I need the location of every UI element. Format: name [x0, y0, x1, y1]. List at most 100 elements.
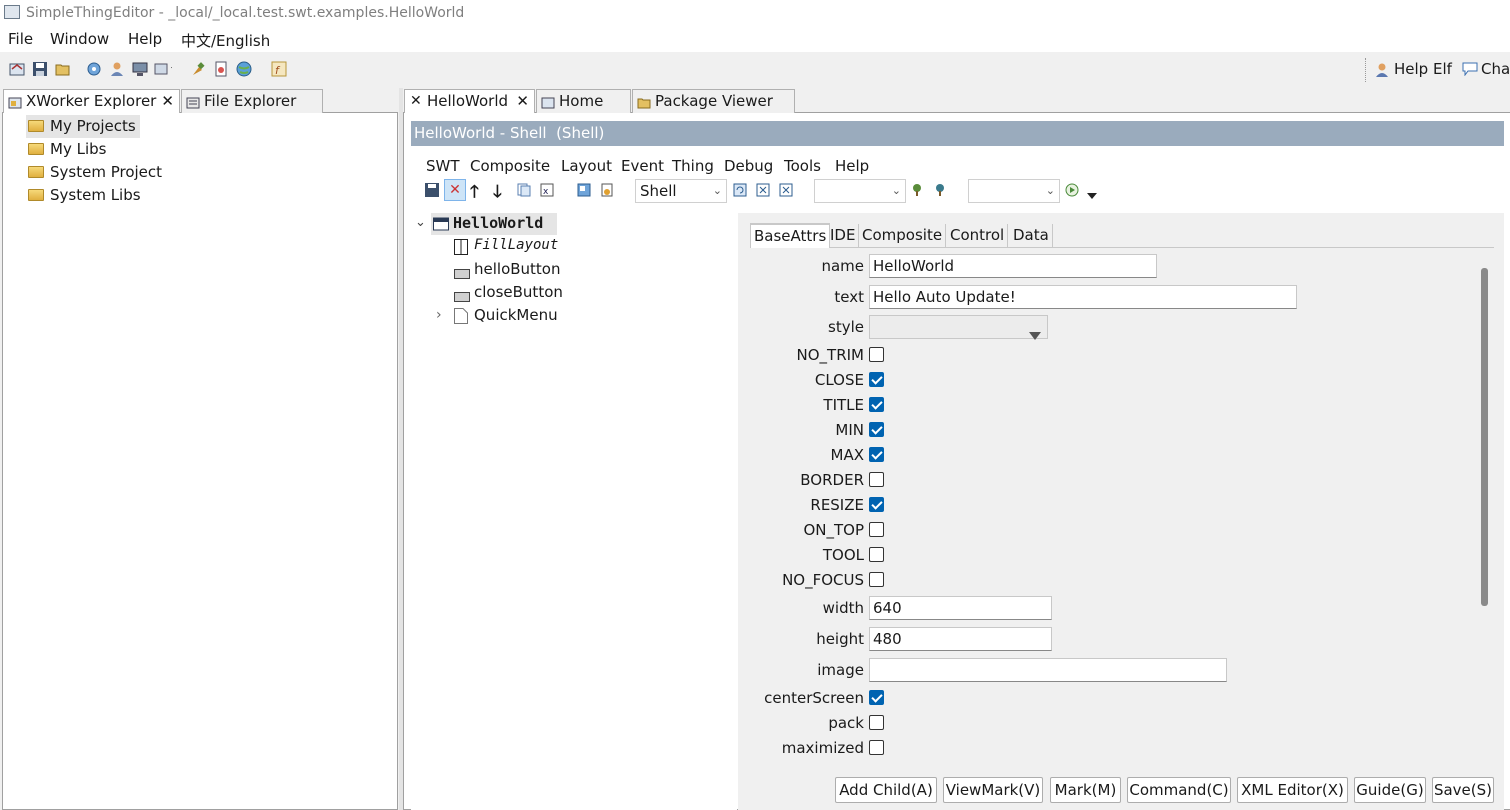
run-icon[interactable]	[1065, 183, 1079, 201]
no-trim-checkbox[interactable]	[869, 347, 884, 362]
refresh-icon[interactable]	[733, 183, 747, 201]
close-x-icon[interactable]	[756, 183, 770, 201]
tree-item-closebutton[interactable]: closeButton	[474, 283, 563, 301]
mark-button[interactable]: Mark(M)	[1050, 777, 1121, 803]
editor-menu-help[interactable]: Help	[835, 157, 869, 175]
menu-language[interactable]: 中文/English	[181, 30, 270, 51]
no-focus-checkbox[interactable]	[869, 572, 884, 587]
layout-icon[interactable]	[577, 183, 591, 201]
menu-file[interactable]: File	[8, 30, 33, 48]
chat-button[interactable]: Chat	[1481, 60, 1510, 78]
tab-data[interactable]: Data	[1010, 224, 1053, 248]
expand-chevron-icon[interactable]: ›	[436, 307, 442, 323]
max-checkbox[interactable]	[869, 447, 884, 462]
pack-checkbox[interactable]	[869, 715, 884, 730]
attr-label-max: MAX	[830, 446, 864, 464]
editor-menu-layout[interactable]: Layout	[561, 157, 612, 175]
tab-baseattrs[interactable]: BaseAttrs	[750, 223, 831, 248]
xml-editor-button[interactable]: XML Editor(X)	[1237, 777, 1348, 803]
help-elf-button[interactable]: Help Elf	[1394, 60, 1452, 78]
resize-checkbox[interactable]	[869, 497, 884, 512]
close-icon[interactable]: ✕	[516, 90, 529, 112]
tertiary-select[interactable]: ⌄	[968, 179, 1060, 203]
min-checkbox[interactable]	[869, 422, 884, 437]
tree-item-my-projects[interactable]: My Projects	[28, 116, 136, 136]
name-field[interactable]: HelloWorld	[869, 254, 1157, 278]
arrow-up-icon[interactable]: 🡑	[470, 179, 479, 208]
close-x2-icon[interactable]	[779, 183, 793, 201]
user-icon[interactable]	[108, 60, 126, 78]
bookmark-icon[interactable]	[600, 183, 614, 201]
tree-item-system-project[interactable]: System Project	[28, 162, 162, 182]
tree2-icon[interactable]	[933, 183, 947, 201]
tab-helloworld[interactable]: ✕ HelloWorld ✕	[404, 89, 535, 113]
globe-icon[interactable]	[235, 60, 253, 78]
arrow-down-icon[interactable]: 🡓	[493, 179, 502, 208]
save-icon[interactable]	[31, 60, 49, 78]
expand-chevron-icon[interactable]: ⌄	[415, 215, 426, 230]
save-icon[interactable]	[425, 183, 439, 201]
copy-icon[interactable]	[517, 183, 531, 201]
editor-menu-swt[interactable]: SWT	[426, 157, 460, 175]
function-icon[interactable]: f	[270, 60, 288, 78]
add-child-button[interactable]: Add Child(A)	[835, 777, 937, 803]
tree-item-hellobutton[interactable]: helloButton	[474, 260, 561, 278]
on-top-checkbox[interactable]	[869, 522, 884, 537]
close-checkbox[interactable]	[869, 372, 884, 387]
attr-label-height: height	[816, 630, 864, 648]
border-checkbox[interactable]	[869, 472, 884, 487]
tab-home[interactable]: Home	[536, 89, 631, 113]
secondary-select[interactable]: ⌄	[814, 179, 906, 203]
image-field[interactable]	[869, 658, 1227, 682]
editor-menu-composite[interactable]: Composite	[470, 157, 550, 175]
editor-menu-tools[interactable]: Tools	[784, 157, 821, 175]
tree-icon[interactable]	[910, 183, 924, 201]
tab-file-explorer[interactable]: File Explorer	[181, 89, 323, 113]
chevron-down-icon: ⌄	[712, 184, 722, 197]
maximized-checkbox[interactable]	[869, 740, 884, 755]
tree-item-system-libs[interactable]: System Libs	[28, 185, 141, 205]
tree-item-quickmenu[interactable]: QuickMenu	[474, 306, 558, 324]
style-select[interactable]	[869, 315, 1048, 340]
editor-menu-event[interactable]: Event	[621, 157, 664, 175]
chat-icon	[1462, 62, 1478, 80]
command-button[interactable]: Command(C)	[1127, 777, 1231, 803]
menu-window[interactable]: Window	[50, 30, 109, 48]
refresh-icon[interactable]	[85, 60, 103, 78]
brush-icon[interactable]	[189, 60, 207, 78]
height-field[interactable]: 480	[869, 627, 1052, 651]
tool-checkbox[interactable]	[869, 547, 884, 562]
tab-xworker-explorer[interactable]: XWorker Explorer ✕	[3, 89, 180, 113]
tab-control[interactable]: Control	[947, 224, 1009, 248]
tree-root-helloworld[interactable]: HelloWorld	[453, 214, 543, 232]
delete-icon[interactable]: ✕	[444, 179, 466, 201]
center-screen-checkbox[interactable]	[869, 690, 884, 705]
run-dropdown-icon[interactable]	[1087, 186, 1097, 204]
attr-label-no-focus: NO_FOCUS	[782, 571, 864, 589]
editor-menu-debug[interactable]: Debug	[724, 157, 773, 175]
home-icon[interactable]	[8, 60, 26, 78]
title-checkbox[interactable]	[869, 397, 884, 412]
menu-help[interactable]: Help	[128, 30, 162, 48]
guide-button[interactable]: Guide(G)	[1354, 777, 1426, 803]
attr-tabs: BaseAttrs IDE Composite Control Data	[750, 223, 1494, 248]
tab-ide[interactable]: IDE	[827, 224, 860, 248]
xml-icon[interactable]: x	[540, 183, 554, 201]
tree-item-filllayout[interactable]: FillLayout	[474, 237, 558, 253]
close-icon[interactable]: ✕	[161, 90, 174, 112]
width-field[interactable]: 640	[869, 596, 1052, 620]
tab-composite[interactable]: Composite	[859, 224, 947, 248]
tree-label: System Libs	[50, 186, 141, 204]
type-select[interactable]: Shell ⌄	[635, 179, 727, 203]
monitor-icon[interactable]	[131, 60, 149, 78]
document-icon[interactable]	[212, 60, 230, 78]
tab-package-viewer[interactable]: Package Viewer	[632, 89, 795, 113]
open-folder-icon[interactable]	[54, 60, 72, 78]
editor-menu-thing[interactable]: Thing	[672, 157, 714, 175]
save-button[interactable]: Save(S)	[1432, 777, 1494, 803]
attr-scrollbar-thumb[interactable]	[1481, 268, 1488, 606]
tree-item-my-libs[interactable]: My Libs	[28, 139, 106, 159]
window-dropdown-icon[interactable]	[154, 60, 172, 78]
text-field[interactable]: Hello Auto Update!	[869, 285, 1297, 309]
view-mark-button[interactable]: ViewMark(V)	[943, 777, 1043, 803]
